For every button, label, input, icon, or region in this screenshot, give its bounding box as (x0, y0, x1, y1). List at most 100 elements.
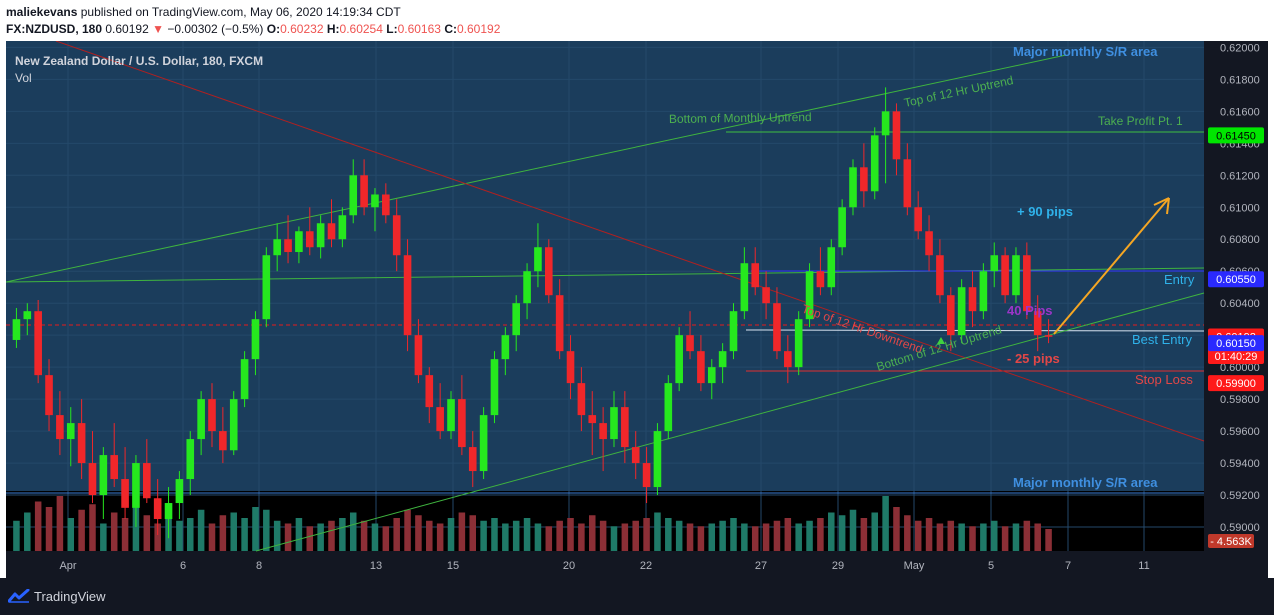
candle-body[interactable] (77, 423, 86, 464)
candle-body[interactable] (914, 207, 922, 232)
candle-body[interactable] (501, 335, 510, 360)
candle-body[interactable] (262, 255, 271, 320)
candle-body[interactable] (208, 399, 216, 432)
candle-body[interactable] (229, 399, 238, 451)
candle-body[interactable] (740, 263, 749, 312)
candle-body[interactable] (186, 439, 195, 480)
candle-body[interactable] (642, 463, 651, 488)
candle-body[interactable] (534, 247, 542, 272)
candle-body[interactable] (762, 287, 770, 304)
candle-body[interactable] (838, 207, 846, 248)
candle-body[interactable] (664, 383, 673, 432)
candle-body[interactable] (316, 223, 325, 248)
candle-body[interactable] (849, 167, 857, 208)
candle-body[interactable] (66, 423, 75, 440)
candle-body[interactable] (892, 111, 901, 160)
candle-body[interactable] (860, 167, 868, 192)
candle-body[interactable] (251, 319, 260, 360)
candle-body[interactable] (99, 455, 108, 496)
candle-body[interactable] (1001, 255, 1009, 296)
candle-body[interactable] (599, 423, 607, 440)
candle-body[interactable] (23, 311, 32, 320)
candle-body[interactable] (816, 271, 825, 288)
candle-body[interactable] (979, 271, 988, 312)
author-name[interactable]: maliekevans (6, 5, 77, 19)
candle-body[interactable] (175, 479, 184, 504)
candle-body[interactable] (284, 239, 292, 253)
candle-body[interactable] (555, 295, 564, 352)
candle-body[interactable] (327, 223, 336, 240)
candle-body[interactable] (219, 431, 227, 451)
candle-body[interactable] (468, 447, 477, 472)
price-chart[interactable]: Major monthly S/R area Major monthly S/R … (5, 40, 1268, 578)
candle-body[interactable] (143, 463, 151, 499)
candle-body[interactable] (132, 463, 140, 508)
candle-body[interactable] (512, 303, 521, 336)
candle-body[interactable] (544, 247, 553, 296)
last-price: 0.60192 (105, 22, 149, 36)
candle-body[interactable] (153, 498, 162, 520)
candle-body[interactable] (577, 383, 586, 416)
candle-body[interactable] (610, 407, 618, 440)
candle-body[interactable] (240, 359, 249, 400)
candle-body[interactable] (588, 415, 597, 424)
candle-body[interactable] (164, 503, 173, 520)
candle-body[interactable] (414, 335, 423, 376)
candle-body[interactable] (925, 231, 933, 256)
candle-body[interactable] (360, 175, 368, 208)
candle-body[interactable] (523, 271, 531, 304)
candle-body[interactable] (566, 351, 575, 384)
candle-body[interactable] (957, 287, 966, 336)
candle-body[interactable] (447, 399, 455, 432)
candle-body[interactable] (121, 479, 129, 508)
chart-area[interactable]: Major monthly S/R area Major monthly S/R … (5, 40, 1268, 578)
candle-body[interactable] (697, 351, 705, 384)
candle-body[interactable] (784, 351, 792, 368)
candle-body[interactable] (45, 375, 53, 416)
candle-body[interactable] (729, 311, 738, 352)
candle-body[interactable] (425, 375, 434, 408)
candle-body[interactable] (936, 255, 944, 296)
candle-body[interactable] (773, 303, 781, 352)
candle-body[interactable] (34, 311, 42, 376)
candle-body[interactable] (338, 215, 347, 240)
candle-body[interactable] (12, 319, 21, 340)
candle-body[interactable] (653, 431, 662, 488)
candle-body[interactable] (946, 295, 955, 336)
candle-body[interactable] (382, 194, 390, 216)
candle-body[interactable] (273, 239, 281, 256)
candle-body[interactable] (631, 447, 640, 464)
candle-body[interactable] (88, 463, 97, 496)
candle-body[interactable] (870, 135, 879, 192)
candle-body[interactable] (1012, 255, 1020, 296)
candle-body[interactable] (794, 319, 803, 368)
candle-body[interactable] (990, 255, 999, 272)
candle-body[interactable] (1044, 335, 1053, 337)
candle-body[interactable] (371, 194, 379, 208)
candle-body[interactable] (718, 351, 727, 368)
candle-body[interactable] (56, 415, 64, 440)
tradingview-logo-icon[interactable] (8, 589, 30, 603)
candle-body[interactable] (436, 407, 444, 432)
candle-body[interactable] (686, 335, 694, 352)
candle-body[interactable] (621, 407, 629, 448)
candle-body[interactable] (197, 399, 205, 440)
volume-bar (45, 507, 53, 551)
candle-body[interactable] (479, 415, 488, 472)
candle-body[interactable] (295, 231, 303, 253)
candle-body[interactable] (403, 255, 412, 336)
candle-body[interactable] (827, 247, 836, 288)
candle-body[interactable] (903, 159, 912, 208)
candle-body[interactable] (458, 399, 466, 448)
candle-body[interactable] (968, 287, 977, 312)
candle-body[interactable] (110, 455, 119, 480)
candle-body[interactable] (349, 175, 358, 216)
candle-body[interactable] (305, 231, 314, 248)
candle-body[interactable] (490, 359, 499, 416)
candle-body[interactable] (707, 367, 716, 384)
candle-body[interactable] (881, 111, 890, 136)
tradingview-brand[interactable]: TradingView (34, 589, 106, 604)
candle-body[interactable] (751, 263, 760, 288)
candle-body[interactable] (675, 335, 683, 384)
candle-body[interactable] (392, 215, 401, 256)
